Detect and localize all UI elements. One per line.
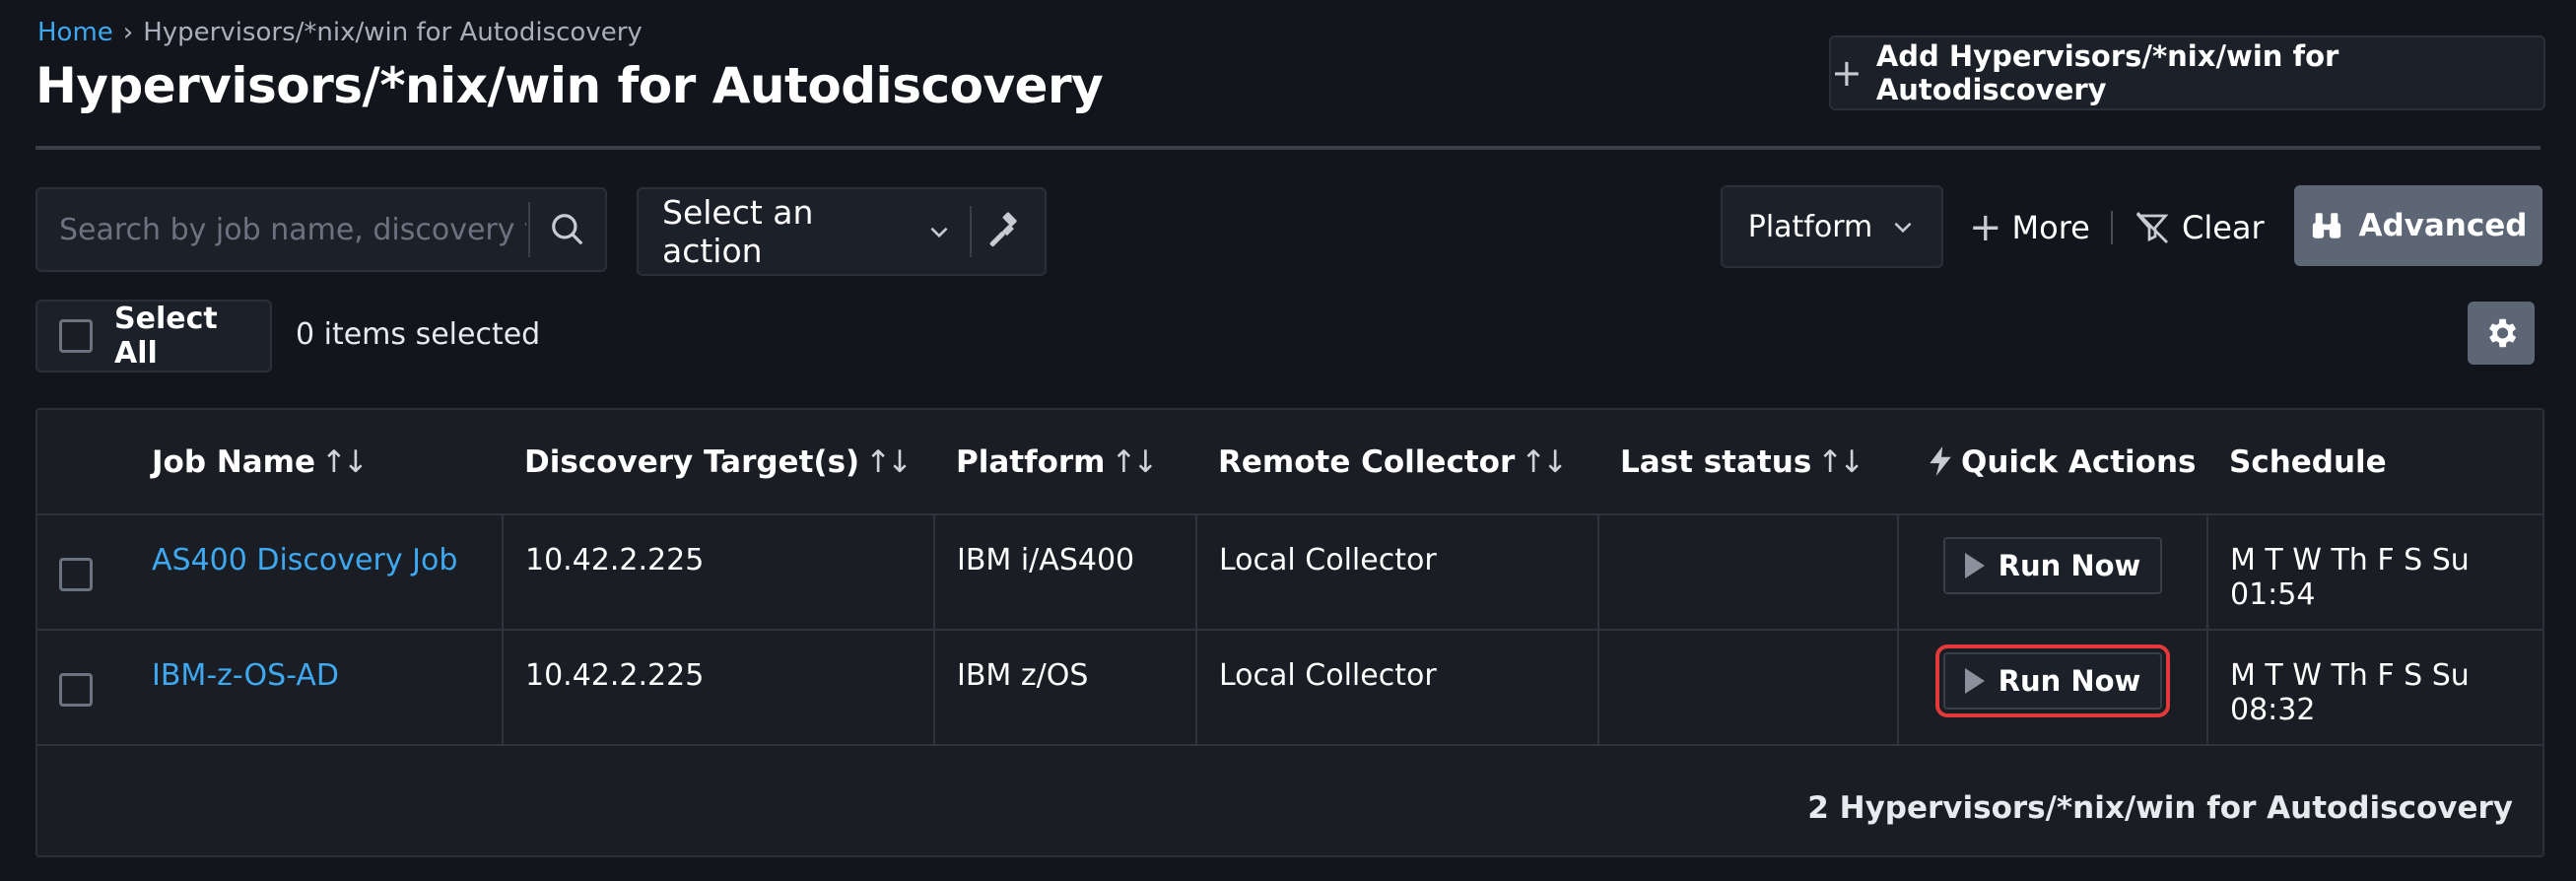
- plus-icon: +: [1831, 51, 1863, 95]
- advanced-search-button[interactable]: Advanced: [2294, 185, 2542, 266]
- binoculars-icon: [2312, 213, 2340, 238]
- page-title: Hypervisors/*nix/win for Autodiscovery: [35, 57, 1104, 114]
- search-input[interactable]: [37, 189, 528, 270]
- search-icon[interactable]: [530, 189, 605, 270]
- header-quick-actions-label: Quick Actions: [1961, 443, 2197, 480]
- table-row: IBM-z-OS-AD 10.42.2.225 IBM z/OS Local C…: [37, 630, 2542, 746]
- row-checkbox[interactable]: [59, 557, 93, 591]
- header-job-name[interactable]: Job Name ↑↓: [130, 410, 503, 515]
- header-remote-collector[interactable]: Remote Collector ↑↓: [1196, 410, 1598, 515]
- row-checkbox[interactable]: [59, 672, 93, 707]
- total-count: 2 Hypervisors/*nix/win for Autodiscovery: [1807, 790, 2513, 826]
- run-now-button[interactable]: Run Now: [1942, 537, 2163, 594]
- header-platform-label: Platform: [956, 443, 1106, 480]
- filter-separator: [2111, 211, 2113, 244]
- row-select-cell: [37, 630, 130, 746]
- run-now-label: Run Now: [1998, 549, 2141, 582]
- sort-icon[interactable]: ↑↓: [1111, 444, 1158, 480]
- select-all-control[interactable]: Select All: [35, 300, 272, 373]
- remote-collector-cell: Local Collector: [1196, 514, 1599, 631]
- header-schedule: Schedule: [2207, 410, 2542, 515]
- select-all-label: Select All: [114, 302, 218, 371]
- header-collector-label: Remote Collector: [1218, 443, 1516, 480]
- header-select: [37, 410, 130, 515]
- header-job-name-label: Job Name: [152, 443, 316, 480]
- plus-icon: +: [1969, 205, 2002, 250]
- action-select: Select an action: [637, 187, 1047, 276]
- add-autodiscovery-button[interactable]: + Add Hypervisors/*nix/win for Autodisco…: [1829, 35, 2545, 110]
- sort-icon[interactable]: ↑↓: [321, 444, 369, 480]
- discovery-target-cell: 10.42.2.225: [503, 514, 935, 631]
- header-discovery-targets[interactable]: Discovery Target(s) ↑↓: [503, 410, 934, 515]
- platform-cell: IBM i/AS400: [934, 514, 1197, 631]
- chevron-down-icon[interactable]: [926, 219, 952, 244]
- platform-filter[interactable]: Platform: [1721, 185, 1943, 268]
- clear-filters-button[interactable]: Clear: [2135, 203, 2265, 252]
- header-targets-label: Discovery Target(s): [524, 443, 860, 480]
- gear-icon: [2488, 318, 2517, 348]
- discovery-target-cell: 10.42.2.225: [503, 630, 935, 746]
- platform-cell: IBM z/OS: [934, 630, 1197, 746]
- chevron-down-icon: [1894, 222, 1912, 234]
- gavel-icon[interactable]: [972, 189, 1046, 274]
- title-divider: [35, 146, 2541, 150]
- more-label: More: [2011, 209, 2090, 246]
- play-icon: [1964, 668, 1985, 694]
- search-box: [35, 187, 607, 272]
- run-now-button[interactable]: Run Now: [1934, 644, 2171, 717]
- breadcrumb-separator: ›: [122, 18, 134, 47]
- job-name-link[interactable]: AS400 Discovery Job: [130, 514, 504, 631]
- table-settings-button[interactable]: [2468, 302, 2535, 365]
- last-status-cell: [1598, 630, 1899, 746]
- header-last-status[interactable]: Last status ↑↓: [1598, 410, 1898, 515]
- jobs-table: Job Name ↑↓ Discovery Target(s) ↑↓ Platfor…: [35, 408, 2544, 857]
- add-button-label: Add Hypervisors/*nix/win for Autodiscove…: [1875, 39, 2339, 106]
- items-selected-count: 0 items selected: [296, 317, 541, 352]
- schedule-cell: M T W Th F S Su 08:32: [2207, 630, 2542, 746]
- header-quick-actions: Quick Actions: [1898, 410, 2207, 515]
- table-row: AS400 Discovery Job 10.42.2.225 IBM i/AS…: [37, 514, 2542, 631]
- more-filters-button[interactable]: + More: [1969, 203, 2090, 252]
- select-all-checkbox[interactable]: [59, 319, 93, 353]
- sort-icon[interactable]: ↑↓: [1521, 444, 1568, 480]
- quick-actions-cell: Run Now: [1898, 514, 2208, 631]
- breadcrumb-home-link[interactable]: Home: [37, 18, 113, 47]
- breadcrumb-current: Hypervisors/*nix/win for Autodiscovery: [143, 18, 643, 47]
- header-last-status-label: Last status: [1620, 443, 1812, 480]
- row-select-cell: [37, 514, 130, 631]
- action-select-label[interactable]: Select an action: [639, 193, 913, 270]
- lightning-icon: [1930, 445, 1951, 476]
- header-platform[interactable]: Platform ↑↓: [934, 410, 1196, 515]
- schedule-cell: M T W Th F S Su 01:54: [2207, 514, 2542, 631]
- remote-collector-cell: Local Collector: [1196, 630, 1599, 746]
- sort-icon[interactable]: ↑↓: [1817, 444, 1864, 480]
- table-header-row: Job Name ↑↓ Discovery Target(s) ↑↓ Platfor…: [37, 410, 2542, 515]
- job-name-link[interactable]: IBM-z-OS-AD: [130, 630, 504, 746]
- advanced-label: Advanced: [2358, 208, 2528, 243]
- run-now-label: Run Now: [1998, 664, 2141, 698]
- play-icon: [1964, 553, 1985, 578]
- header-schedule-label: Schedule: [2229, 443, 2387, 480]
- quick-actions-cell: Run Now: [1898, 630, 2208, 746]
- last-status-cell: [1598, 514, 1899, 631]
- sort-icon[interactable]: ↑↓: [865, 444, 913, 480]
- clear-label: Clear: [2182, 209, 2265, 246]
- filter-clear-icon: [2135, 212, 2169, 243]
- breadcrumb: Home › Hypervisors/*nix/win for Autodisc…: [37, 18, 643, 47]
- platform-filter-label: Platform: [1747, 209, 1873, 244]
